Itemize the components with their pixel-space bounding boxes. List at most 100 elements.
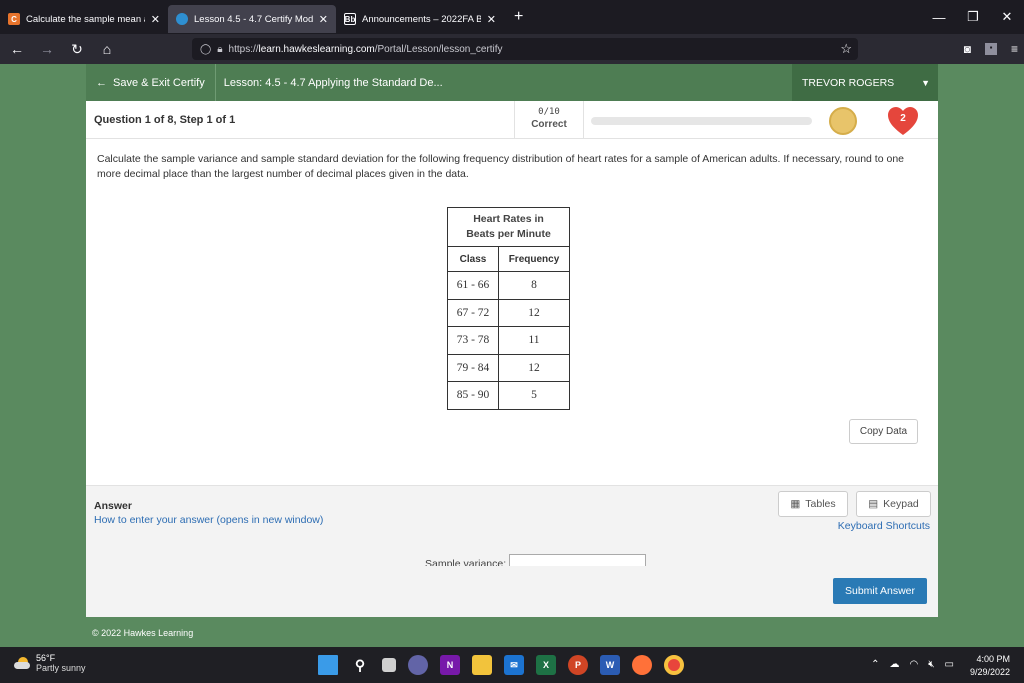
copy-data-button[interactable]: Copy Data (849, 419, 918, 444)
how-to-enter-link[interactable]: How to enter your answer (opens in new w… (94, 514, 323, 526)
word-icon[interactable]: W (600, 655, 620, 675)
lock-icon[interactable]: 🔒︎ (217, 44, 222, 55)
clock-time: 4:00 PM (976, 654, 1010, 664)
table-header-row: Class Frequency (448, 247, 569, 271)
url-path: /Portal/Lesson/lesson_certify (374, 43, 503, 55)
arrow-left-icon: ← (96, 76, 107, 89)
url-bar[interactable]: ◯ 🔒︎ https://learn.hawkeslearning.com/Po… (192, 38, 858, 60)
temperature: 56°F (36, 653, 56, 663)
class-cell: 73 - 78 (448, 327, 499, 354)
tables-button[interactable]: ▦ Tables (778, 491, 848, 517)
keyboard-shortcuts-link[interactable]: Keyboard Shortcuts (838, 520, 930, 532)
browser-tab-1[interactable]: C Calculate the sample mean and ✕ (0, 5, 168, 33)
close-tab-icon[interactable]: ✕ (487, 13, 496, 26)
lesson-title: Lesson: 4.5 - 4.7 Applying the Standard … (223, 76, 443, 89)
blackboard-favicon-icon: Bb (344, 13, 356, 25)
file-explorer-icon[interactable] (472, 655, 492, 675)
back-icon[interactable]: ← (4, 41, 30, 57)
pocket-icon[interactable]: ◙ (964, 42, 971, 56)
frequency-cell: 8 (531, 279, 537, 292)
tab-title: Announcements – 2022FA Busi (362, 13, 481, 25)
taskbar: 56°F Partly sunny ⚲ N ✉ X P W ⌃ ☁ ◠ 🔇︎ ▭… (0, 647, 1024, 683)
weather-widget[interactable]: 56°F Partly sunny (14, 653, 86, 673)
score-fraction: 0/10 (538, 107, 560, 117)
minimize-icon[interactable]: — (922, 0, 956, 34)
onenote-icon[interactable]: N (440, 655, 460, 675)
hearts-count: 2 (900, 113, 906, 124)
browser-tab-3[interactable]: Bb Announcements – 2022FA Busi ✕ (336, 5, 504, 33)
wifi-icon[interactable]: ◠ (910, 659, 919, 670)
windows-start-icon[interactable] (318, 655, 338, 675)
copyright-footer: © 2022 Hawkes Learning (92, 628, 194, 638)
mail-icon[interactable]: ✉ (504, 655, 524, 675)
new-tab-button[interactable]: + (514, 8, 523, 26)
browser-tab-2[interactable]: Lesson 4.5 - 4.7 Certify Mode ✕ (168, 5, 336, 33)
keypad-label: Keypad (883, 498, 919, 510)
save-exit-button[interactable]: ← Save & Exit Certify (86, 64, 216, 101)
table-caption: Heart Rates in Beats per Minute (448, 208, 569, 247)
table-row: 73 - 78 11 (448, 326, 569, 354)
question-panel: Question 1 of 8, Step 1 of 1 0/10 Correc… (86, 101, 938, 617)
restore-icon[interactable]: ❐ (956, 0, 990, 34)
shield-icon[interactable]: ◯ (200, 44, 211, 55)
forward-icon[interactable]: → (34, 41, 60, 57)
window-controls: — ❐ ✕ (922, 0, 1024, 34)
hawkes-favicon-icon (176, 13, 188, 25)
close-window-icon[interactable]: ✕ (990, 0, 1024, 34)
extension-icon[interactable]: ▪ (984, 43, 997, 55)
col-frequency-header: Frequency (508, 253, 560, 265)
url-prefix: https:// (228, 43, 259, 55)
question-bar: Question 1 of 8, Step 1 of 1 0/10 Correc… (86, 101, 938, 139)
home-icon[interactable]: ⌂ (94, 41, 120, 57)
close-tab-icon[interactable]: ✕ (151, 13, 160, 26)
excel-icon[interactable]: X (536, 655, 556, 675)
frequency-cell: 5 (531, 389, 537, 402)
toolbar-right: ◙ ▪ ≡ (964, 34, 1018, 64)
frequency-table: Heart Rates in Beats per Minute Class Fr… (447, 207, 570, 410)
caption-line-2: Beats per Minute (466, 228, 551, 240)
col-class-header: Class (448, 247, 499, 271)
search-icon[interactable]: ⚲ (350, 655, 370, 675)
browser-nav-bar: ← → ↻ ⌂ ◯ 🔒︎ https://learn.hawkeslearnin… (0, 34, 1024, 64)
clock-date: 9/29/2022 (969, 667, 1010, 677)
onedrive-cloud-icon[interactable]: ☁ (890, 659, 900, 670)
table-row: 85 - 90 5 (448, 381, 569, 409)
app-header: ← Save & Exit Certify Lesson: 4.5 - 4.7 … (86, 64, 938, 101)
browser-tab-strip: C Calculate the sample mean and ✕ Lesson… (0, 0, 1024, 34)
bookmark-star-icon[interactable]: ☆ (840, 41, 852, 57)
class-cell: 67 - 72 (448, 299, 499, 326)
battery-icon[interactable]: ▭ (945, 659, 954, 670)
chevron-up-icon[interactable]: ⌃ (871, 659, 879, 670)
answer-section: Answer How to enter your answer (opens i… (86, 485, 938, 617)
volume-muted-icon[interactable]: 🔇︎ (928, 659, 934, 670)
progress-bar (591, 117, 812, 125)
score-label: Correct (531, 119, 567, 130)
firefox-icon[interactable] (632, 655, 652, 675)
hearts-badge: 2 (886, 105, 920, 137)
medal-icon (829, 107, 857, 135)
keypad-button[interactable]: ▤ Keypad (856, 491, 931, 517)
score-box: 0/10 Correct (514, 101, 584, 139)
menu-icon[interactable]: ≡ (1011, 42, 1018, 56)
keypad-icon: ▤ (868, 498, 879, 510)
user-menu[interactable]: TREVOR ROGERS ▼ (792, 64, 938, 101)
powerpoint-icon[interactable]: P (568, 655, 588, 675)
clock[interactable]: 4:00 PM 9/29/2022 (970, 653, 1010, 679)
close-tab-icon[interactable]: ✕ (319, 13, 328, 26)
teams-chat-icon[interactable] (408, 655, 428, 675)
weather-condition: Partly sunny (36, 663, 86, 673)
table-row: 61 - 66 8 (448, 271, 569, 299)
answer-label: Answer (94, 500, 132, 512)
question-label: Question 1 of 8, Step 1 of 1 (94, 113, 236, 126)
reload-icon[interactable]: ↻ (64, 41, 90, 58)
answer-footer-band (86, 566, 938, 617)
frequency-cell: 12 (528, 361, 540, 374)
system-tray: ⌃ ☁ ◠ 🔇︎ ▭ (871, 659, 954, 670)
chrome-icon[interactable] (664, 655, 684, 675)
task-view-icon[interactable] (382, 658, 396, 672)
chegg-favicon-icon: C (8, 13, 20, 25)
tables-label: Tables (805, 498, 836, 510)
table-row: 67 - 72 12 (448, 298, 569, 326)
submit-answer-button[interactable]: Submit Answer (833, 578, 927, 604)
frequency-cell: 12 (528, 306, 540, 319)
